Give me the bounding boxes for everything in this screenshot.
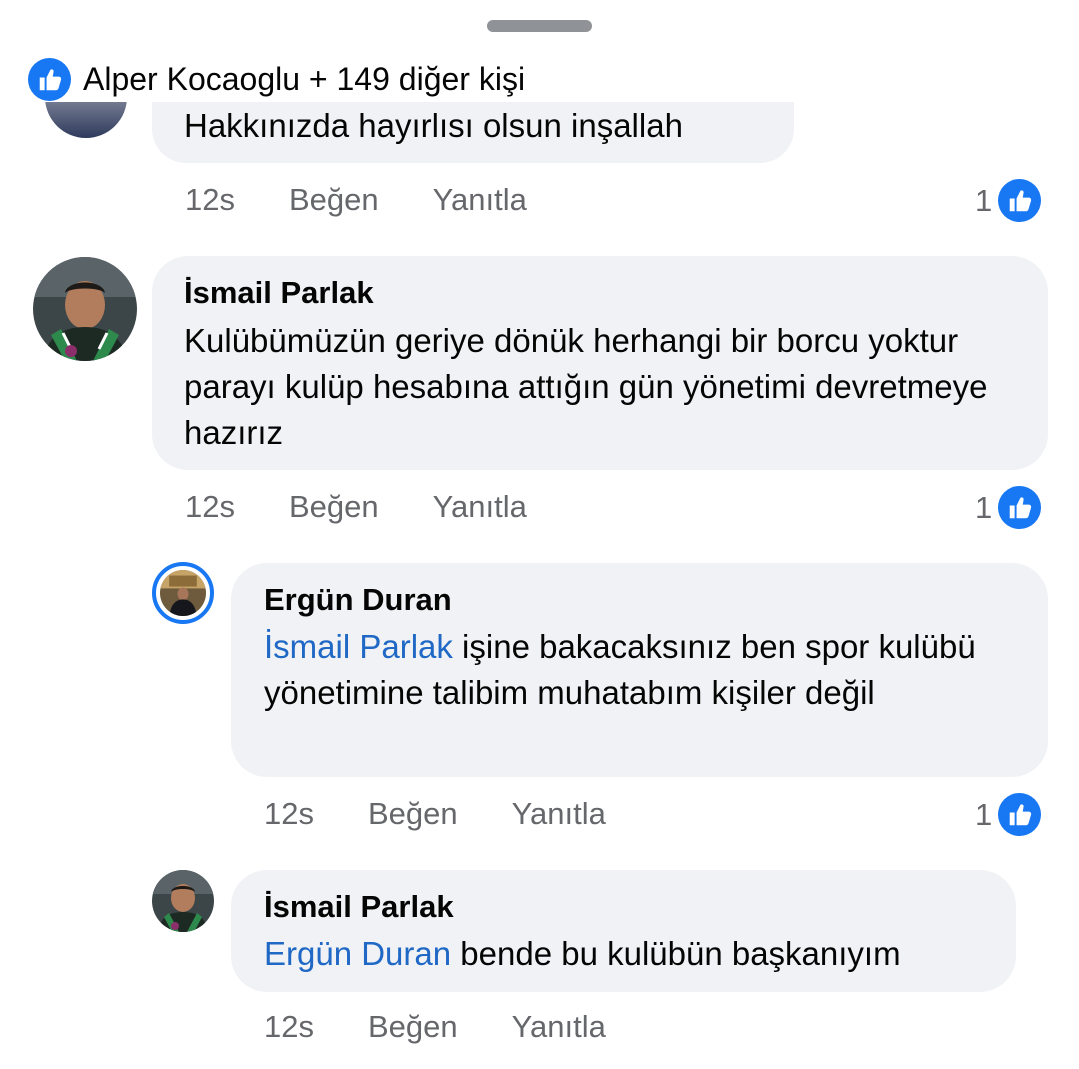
like-count-number: 1 [975,489,993,525]
comment-author[interactable]: İsmail Parlak [184,275,374,311]
like-count[interactable]: 1 [975,179,1042,222]
mention-link[interactable]: İsmail Parlak [264,628,453,665]
reply-button[interactable]: Yanıtla [433,182,527,218]
comment-time[interactable]: 12s [264,796,314,832]
comment-author[interactable]: İsmail Parlak [264,889,454,925]
comment-actions: 12s Beğen Yanıtla [264,1009,606,1045]
avatar-story-ring[interactable] [152,562,214,624]
comment-body: Hakkınızda hayırlısı olsun inşallah [184,107,683,144]
like-count-number: 1 [975,182,993,218]
like-count[interactable]: 1 [975,793,1042,836]
reactions-summary-text: Alper Kocaoglu + 149 diğer kişi [83,60,526,97]
avatar[interactable] [152,870,214,932]
like-button[interactable]: Beğen [368,796,458,832]
reply-button[interactable]: Yanıtla [512,796,606,832]
like-icon [998,793,1042,836]
comment-body: Ergün Duran bende bu kulübün başkanıyım [264,931,1004,977]
comment-time[interactable]: 12s [185,489,235,525]
comment-time[interactable]: 12s [185,182,235,218]
comment-actions: 12s Beğen Yanıtla [185,489,527,525]
like-count-number: 1 [975,796,993,832]
reply-button[interactable]: Yanıtla [512,1009,606,1045]
like-button[interactable]: Beğen [368,1009,458,1045]
like-icon [28,57,71,101]
like-icon [998,486,1042,529]
comment-time[interactable]: 12s [264,1009,314,1045]
like-button[interactable]: Beğen [289,489,379,525]
avatar[interactable] [45,102,127,138]
previous-comment: Hakkınızda hayırlısı olsun inşallah [0,102,1079,172]
comment-actions: 12s Beğen Yanıtla [264,796,606,832]
comment-actions: 12s Beğen Yanıtla [185,182,527,218]
mention-link[interactable]: Ergün Duran [264,935,451,972]
comment-text: bende bu kulübün başkanıyım [451,935,901,972]
comment-body: Kulübümüzün geriye dönük herhangi bir bo… [184,322,988,451]
like-button[interactable]: Beğen [289,182,379,218]
reactions-summary[interactable]: Alper Kocaoglu + 149 diğer kişi [28,56,1079,102]
avatar[interactable] [33,257,137,361]
like-count[interactable]: 1 [975,486,1042,529]
comment-body: İsmail Parlak işine bakacaksınız ben spo… [264,624,1004,716]
sheet-drag-handle[interactable] [487,20,592,32]
reply-button[interactable]: Yanıtla [433,489,527,525]
like-icon [998,179,1042,222]
comment-author[interactable]: Ergün Duran [264,582,452,618]
